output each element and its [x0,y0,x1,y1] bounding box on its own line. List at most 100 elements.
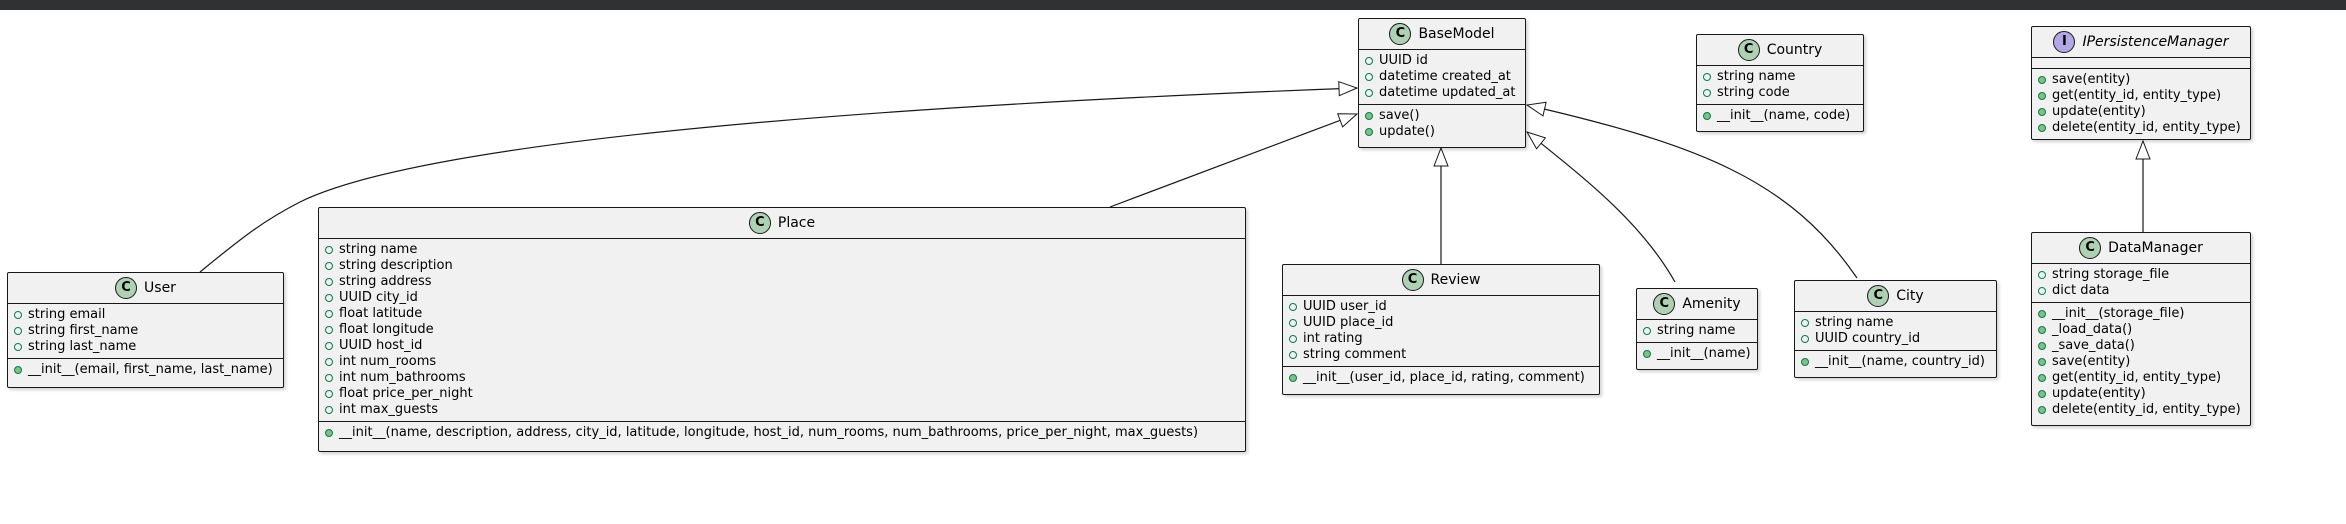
field-text: UUID country_id [1815,331,1921,346]
public-field-icon [1801,335,1809,343]
public-field-icon [1365,73,1373,81]
field-text: datetime created_at [1379,69,1511,84]
method-row: delete(entity_id, entity_type) [2038,402,2244,418]
field-row: string name [1801,315,1990,331]
method-text: _load_data() [2052,322,2133,337]
class-header: C User [8,273,283,304]
field-text: string name [1717,69,1796,84]
fields-section: string name string code [1697,66,1863,105]
field-row: string name [1643,323,1751,339]
method-row: __init__(name, code) [1703,108,1857,124]
top-bar [0,0,2346,10]
public-method-icon [2038,326,2046,334]
field-text: string name [1657,323,1736,338]
class-amenity: C Amenity string name __init__(name) [1636,288,1758,370]
class-icon: C [748,212,771,234]
public-field-icon [325,262,333,270]
method-text: __init__(user_id, place_id, rating, comm… [1303,370,1585,385]
field-row: float latitude [325,306,1239,322]
uml-class-diagram: C BaseModel UUID id datetime created_at … [0,10,2346,524]
class-icon: C [1737,39,1760,61]
public-method-icon [2038,390,2046,398]
method-text: save() [1379,108,1420,123]
class-datamanager: C DataManager string storage_file dict d… [2031,232,2251,426]
field-row: datetime updated_at [1365,85,1519,101]
public-field-icon [1801,319,1809,327]
public-field-icon [325,326,333,334]
field-row: int rating [1289,331,1593,347]
public-method-icon [2038,374,2046,382]
field-text: datetime updated_at [1379,85,1516,100]
public-field-icon [14,327,22,335]
methods-section: __init__(name, country_id) [1795,351,1996,373]
field-row: UUID host_id [325,338,1239,354]
field-row: string name [1703,69,1857,85]
class-user: C User string email string first_name st… [7,272,284,388]
methods-section: __init__(name) [1637,343,1757,365]
public-field-icon [325,342,333,350]
methods-section: __init__(name, code) [1697,105,1863,127]
public-field-icon [1289,335,1297,343]
field-row: float price_per_night [325,386,1239,402]
interface-name: IPersistenceManager [2082,34,2229,50]
field-text: int max_guests [339,402,439,417]
field-text: string comment [1303,347,1407,362]
method-row: get(entity_id, entity_type) [2038,88,2244,104]
fields-section [2032,58,2250,69]
class-icon: C [1653,293,1676,315]
public-method-icon [14,366,22,374]
field-row: UUID city_id [325,290,1239,306]
method-text: __init__(name, description, address, cit… [339,425,1199,440]
field-row: string name [325,242,1239,258]
methods-section: save(entity) get(entity_id, entity_type)… [2032,69,2250,139]
public-method-icon [1365,112,1373,120]
interface-icon: I [2053,31,2076,53]
field-row: UUID user_id [1289,299,1593,315]
field-row: float longitude [325,322,1239,338]
fields-section: string name [1637,320,1757,343]
methods-section: __init__(user_id, place_id, rating, comm… [1283,367,1599,389]
field-text: string name [339,242,418,257]
class-icon: C [1401,269,1424,291]
class-header: C Review [1283,265,1599,296]
method-text: update(entity) [2052,104,2146,119]
method-row: save(entity) [2038,72,2244,88]
field-text: UUID user_id [1303,299,1387,314]
method-row: _load_data() [2038,322,2244,338]
field-text: UUID id [1379,53,1428,68]
class-header: C DataManager [2032,233,2250,264]
public-field-icon [1289,351,1297,359]
method-text: __init__(storage_file) [2052,306,2185,321]
fields-section: UUID id datetime created_at datetime upd… [1359,50,1525,105]
public-field-icon [14,311,22,319]
edge-place-basemodel [1109,114,1357,208]
field-row: string code [1703,85,1857,101]
method-text: get(entity_id, entity_type) [2052,88,2222,103]
class-name: Amenity [1682,296,1741,312]
field-row: dict data [2038,283,2244,299]
field-row: int max_guests [325,402,1239,418]
field-text: string last_name [28,339,137,354]
field-text: float latitude [339,306,423,321]
public-method-icon [2038,108,2046,116]
class-city: C City string name UUID country_id __ini… [1794,280,1997,378]
field-row: string first_name [14,323,277,339]
method-text: _save_data() [2052,338,2135,353]
field-row: UUID country_id [1801,331,1990,347]
public-field-icon [1643,327,1651,335]
field-text: string name [1815,315,1894,330]
field-row: int num_rooms [325,354,1239,370]
method-row: save(entity) [2038,354,2244,370]
field-row: datetime created_at [1365,69,1519,85]
public-field-icon [325,310,333,318]
class-header: C Place [319,208,1245,239]
class-name: DataManager [2108,240,2203,256]
field-text: UUID host_id [339,338,423,353]
method-text: save(entity) [2052,354,2131,369]
class-icon: C [2079,237,2102,259]
field-row: string comment [1289,347,1593,363]
fields-section: UUID user_id UUID place_id int rating st… [1283,296,1599,367]
field-text: UUID city_id [339,290,418,305]
public-field-icon [2038,287,2046,295]
public-field-icon [325,390,333,398]
